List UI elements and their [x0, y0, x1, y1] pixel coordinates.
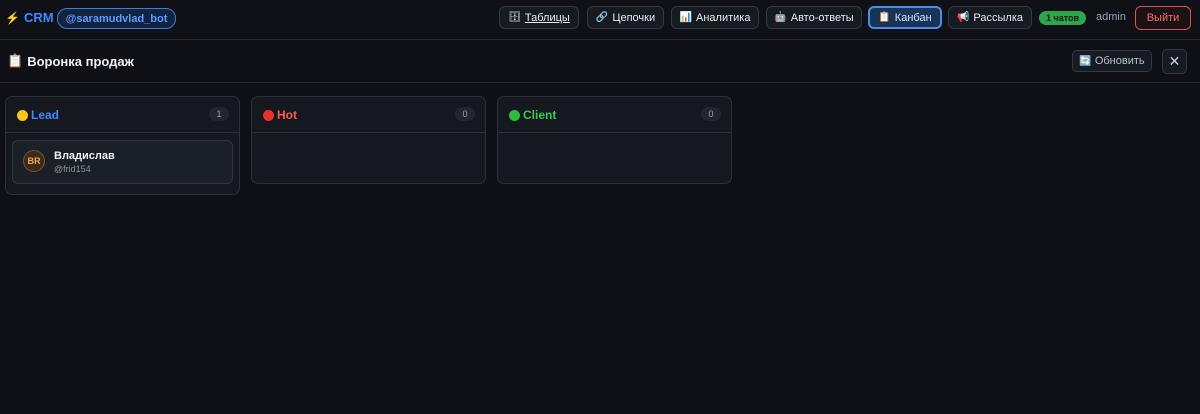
column-title: Lead: [17, 108, 59, 122]
status-dot-icon: [509, 109, 520, 121]
column-title-text: Hot: [277, 108, 297, 122]
card-name: Владислав: [54, 150, 115, 162]
current-user: admin: [1096, 11, 1126, 23]
nav-autoreplies-button[interactable]: 🤖 Авто-ответы: [766, 6, 862, 29]
column-title-text: Lead: [31, 108, 60, 122]
bot-badge[interactable]: @saramudvlad_bot: [57, 8, 176, 29]
kanban-column-client: Client 0: [497, 96, 732, 184]
column-title-text: Client: [523, 108, 557, 122]
logout-button[interactable]: Выйти: [1135, 6, 1191, 30]
nav-kanban-label: Канбан: [894, 11, 932, 24]
kanban-column-lead: Lead 1 BR Владислав @frid154: [5, 96, 240, 195]
refresh-button[interactable]: 🔄 Обновить: [1072, 50, 1152, 72]
refresh-icon: 🔄: [1079, 55, 1092, 67]
close-icon: ✕: [1168, 53, 1181, 69]
top-bar: ⚡ CRM @saramudvlad_bot 🗄 Таблицы 🔗 Цепоч…: [0, 0, 1200, 40]
clipboard-icon: 📋: [878, 12, 891, 23]
nav-tables-button[interactable]: 🗄 Таблицы: [499, 6, 579, 29]
refresh-label: Обновить: [1094, 55, 1145, 67]
avatar: BR: [23, 150, 45, 172]
page-title-text: Воронка продаж: [27, 53, 134, 69]
card-handle: @frid154: [54, 164, 91, 174]
nav-tables-label: Таблицы: [524, 11, 570, 24]
nav-broadcast-label: Рассылка: [973, 11, 1024, 24]
clipboard-icon: 📋: [7, 53, 24, 68]
link-icon: 🔗: [595, 12, 609, 23]
column-count: 1: [209, 107, 229, 121]
nav-autoreplies-label: Авто-ответы: [790, 11, 854, 24]
kanban-column-hot: Hot 0: [251, 96, 486, 184]
lead-card[interactable]: BR Владислав @frid154: [12, 140, 233, 184]
status-dot-icon: [17, 109, 28, 121]
column-header: Lead 1: [6, 97, 239, 133]
nav-chains-button[interactable]: 🔗 Цепочки: [587, 6, 664, 29]
column-count: 0: [455, 107, 475, 121]
status-dot-icon: [263, 109, 274, 121]
brand[interactable]: ⚡ CRM: [5, 10, 54, 25]
nav-chains-label: Цепочки: [612, 11, 656, 24]
close-button[interactable]: ✕: [1162, 49, 1187, 74]
robot-icon: 🤖: [774, 12, 787, 23]
column-header: Client 0: [498, 97, 731, 133]
page-title: 📋 Воронка продаж: [7, 53, 134, 69]
page-header: 📋 Воронка продаж 🔄 Обновить ✕: [0, 40, 1200, 83]
bolt-icon: ⚡: [5, 10, 20, 25]
chats-count-badge: 1 чатов: [1039, 11, 1086, 25]
nav-analytics-button[interactable]: 📊 Аналитика: [671, 6, 759, 29]
column-title: Hot: [263, 108, 297, 122]
nav-analytics-label: Аналитика: [696, 11, 751, 24]
megaphone-icon: 📢: [956, 12, 970, 23]
bar-chart-icon: 📊: [679, 12, 692, 23]
nav-kanban-button[interactable]: 📋 Канбан: [868, 6, 942, 29]
cabinet-icon: 🗄: [508, 12, 521, 23]
column-count: 0: [701, 107, 721, 121]
column-title: Client: [509, 108, 556, 122]
column-header: Hot 0: [252, 97, 485, 133]
nav-broadcast-button[interactable]: 📢 Рассылка: [948, 6, 1032, 29]
brand-name: CRM: [23, 10, 54, 25]
